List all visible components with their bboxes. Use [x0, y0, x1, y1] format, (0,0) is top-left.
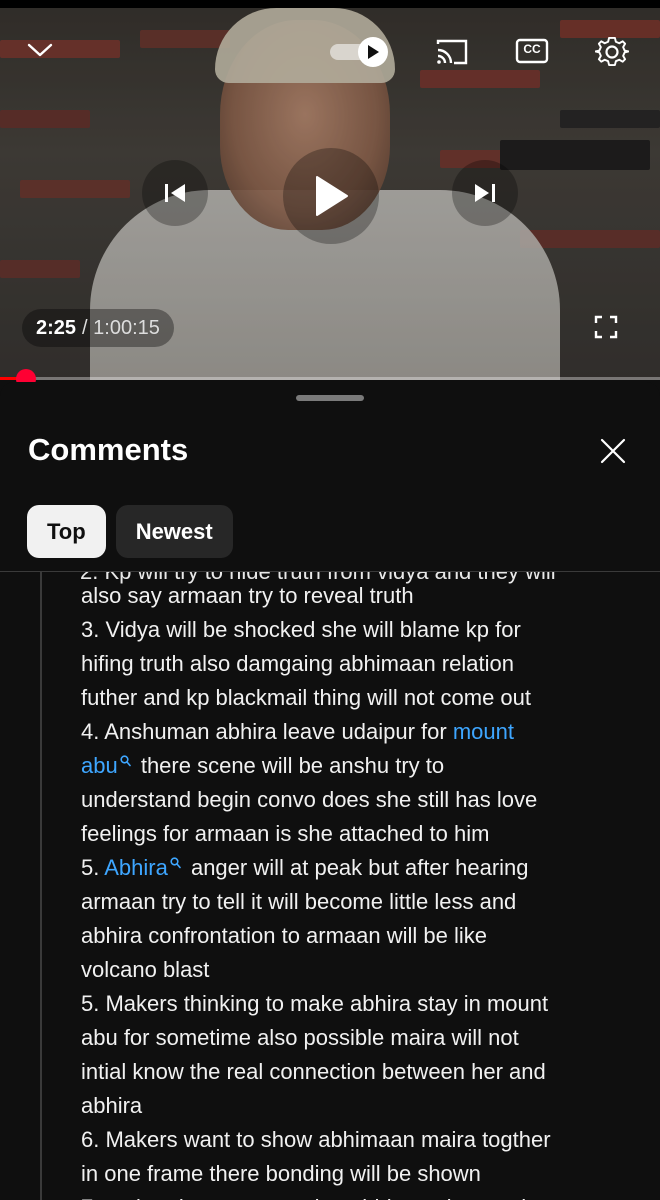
comment-line: 7. maira also not accepting abhira as he… [81, 1191, 641, 1200]
progress-bar[interactable] [0, 369, 660, 389]
comment-line: 4. Anshuman abhira leave udaipur for mou… [81, 715, 641, 749]
comment-line-text: understand begin convo does she still ha… [81, 787, 538, 812]
comment-line-text: also say armaan try to reveal truth [81, 583, 414, 608]
sort-chip-newest[interactable]: Newest [115, 505, 233, 558]
play-icon[interactable] [283, 148, 379, 244]
comment-line-text: 5. Makers thinking to make abhira stay i… [81, 991, 549, 1016]
close-icon[interactable] [596, 434, 630, 468]
comment-line: 6. Makers want to show abhimaan maira to… [81, 1123, 641, 1157]
search-lens-icon[interactable] [168, 855, 185, 880]
comment-line: volcano blast [81, 953, 641, 987]
sort-chip-top[interactable]: Top [27, 505, 106, 558]
comment-line-text: 6. Makers want to show abhimaan maira to… [81, 1127, 551, 1152]
search-lens-icon[interactable] [118, 753, 135, 778]
video-player[interactable]: CC 2:25 / 1:00:15 [0, 0, 660, 380]
autoplay-toggle-icon [358, 37, 388, 67]
cast-icon[interactable] [432, 35, 472, 69]
comment-line: abu for sometime also possible maira wil… [81, 1021, 641, 1055]
comment-line: 5. Abhira anger will at peak but after h… [81, 851, 641, 885]
gear-icon[interactable] [594, 34, 630, 70]
comment-line-text: futher and kp blackmail thing will not c… [81, 685, 532, 710]
comment-line: 3. Vidya will be shocked she will blame … [81, 613, 641, 647]
comment-line-text: abu for sometime also possible maira wil… [81, 1025, 519, 1050]
captions-label: CC [523, 42, 541, 56]
comment-line: abhira confrontation to armaan will be l… [81, 919, 641, 953]
comment-line: 5. Makers thinking to make abhira stay i… [81, 987, 641, 1021]
comment-line-text: armaan try to tell it will become little… [81, 889, 517, 914]
sort-chips: Top Newest [27, 505, 233, 558]
comment-line: feelings for armaan is she attached to h… [81, 817, 641, 851]
comment-line: also say armaan try to reveal truth [81, 579, 641, 613]
comments-panel: Comments Top Newest 2. Kp will try to hi… [0, 382, 660, 1200]
comment-line-text: 7. maira also not accepting abhira as he… [81, 1195, 553, 1200]
comment-line: in one frame there bonding will be shown [81, 1157, 641, 1191]
skip-previous-icon[interactable] [142, 160, 208, 226]
comment-line: intial know the real connection between … [81, 1055, 641, 1089]
comment-line: hifing truth also damgaing abhimaan rela… [81, 647, 641, 681]
comment-line-text: there scene will be anshu try to [134, 753, 445, 778]
comment-line: abhira [81, 1089, 641, 1123]
comment-line-text: volcano blast [81, 957, 210, 982]
comment-line-text: in one frame there bonding will be shown [81, 1161, 481, 1186]
comment-line-text: 3. Vidya will be shocked she will blame … [81, 617, 521, 642]
comment-line-text: abhira [81, 1093, 143, 1118]
comment-line-text: hifing truth also damgaing abhimaan rela… [81, 651, 514, 676]
current-time: 2:25 [36, 316, 77, 339]
skip-next-icon[interactable] [452, 160, 518, 226]
comments-title: Comments [28, 432, 189, 467]
chevron-down-icon[interactable] [24, 34, 56, 66]
search-lens-icon [170, 857, 181, 869]
search-lens-icon [120, 755, 131, 767]
comment-line-text: intial know the real connection between … [81, 1059, 546, 1084]
search-link[interactable]: Abhira [104, 855, 168, 880]
autoplay-toggle[interactable] [330, 37, 392, 67]
comment-line-text: 5. [81, 855, 105, 880]
comment-line-text: feelings for armaan is she attached to h… [81, 821, 490, 846]
duration: / 1:00:15 [82, 316, 160, 339]
comment-line: understand begin convo does she still ha… [81, 783, 641, 817]
fullscreen-icon[interactable] [592, 313, 620, 341]
search-link[interactable]: abu [81, 753, 118, 778]
thread-line [40, 572, 42, 1200]
comment-line: abu there scene will be anshu try to [81, 749, 641, 783]
comment-line-text: anger will at peak but after hearing [184, 855, 529, 880]
comment-line-text: 4. Anshuman abhira leave udaipur for [81, 719, 453, 744]
comment-line: futher and kp blackmail thing will not c… [81, 681, 641, 715]
comment-line: armaan try to tell it will become little… [81, 885, 641, 919]
drag-handle[interactable] [296, 395, 364, 401]
comment-body: 2. Kp will try to hide truth from vidya … [0, 572, 660, 1200]
comment-line-text: abhira confrontation to armaan will be l… [81, 923, 488, 948]
closed-captions-icon[interactable]: CC [514, 36, 550, 66]
time-display: 2:25 / 1:00:15 [22, 309, 174, 347]
search-link[interactable]: mount [453, 719, 514, 744]
comment-text: also say armaan try to reveal truth 3. Vi… [81, 579, 641, 1200]
